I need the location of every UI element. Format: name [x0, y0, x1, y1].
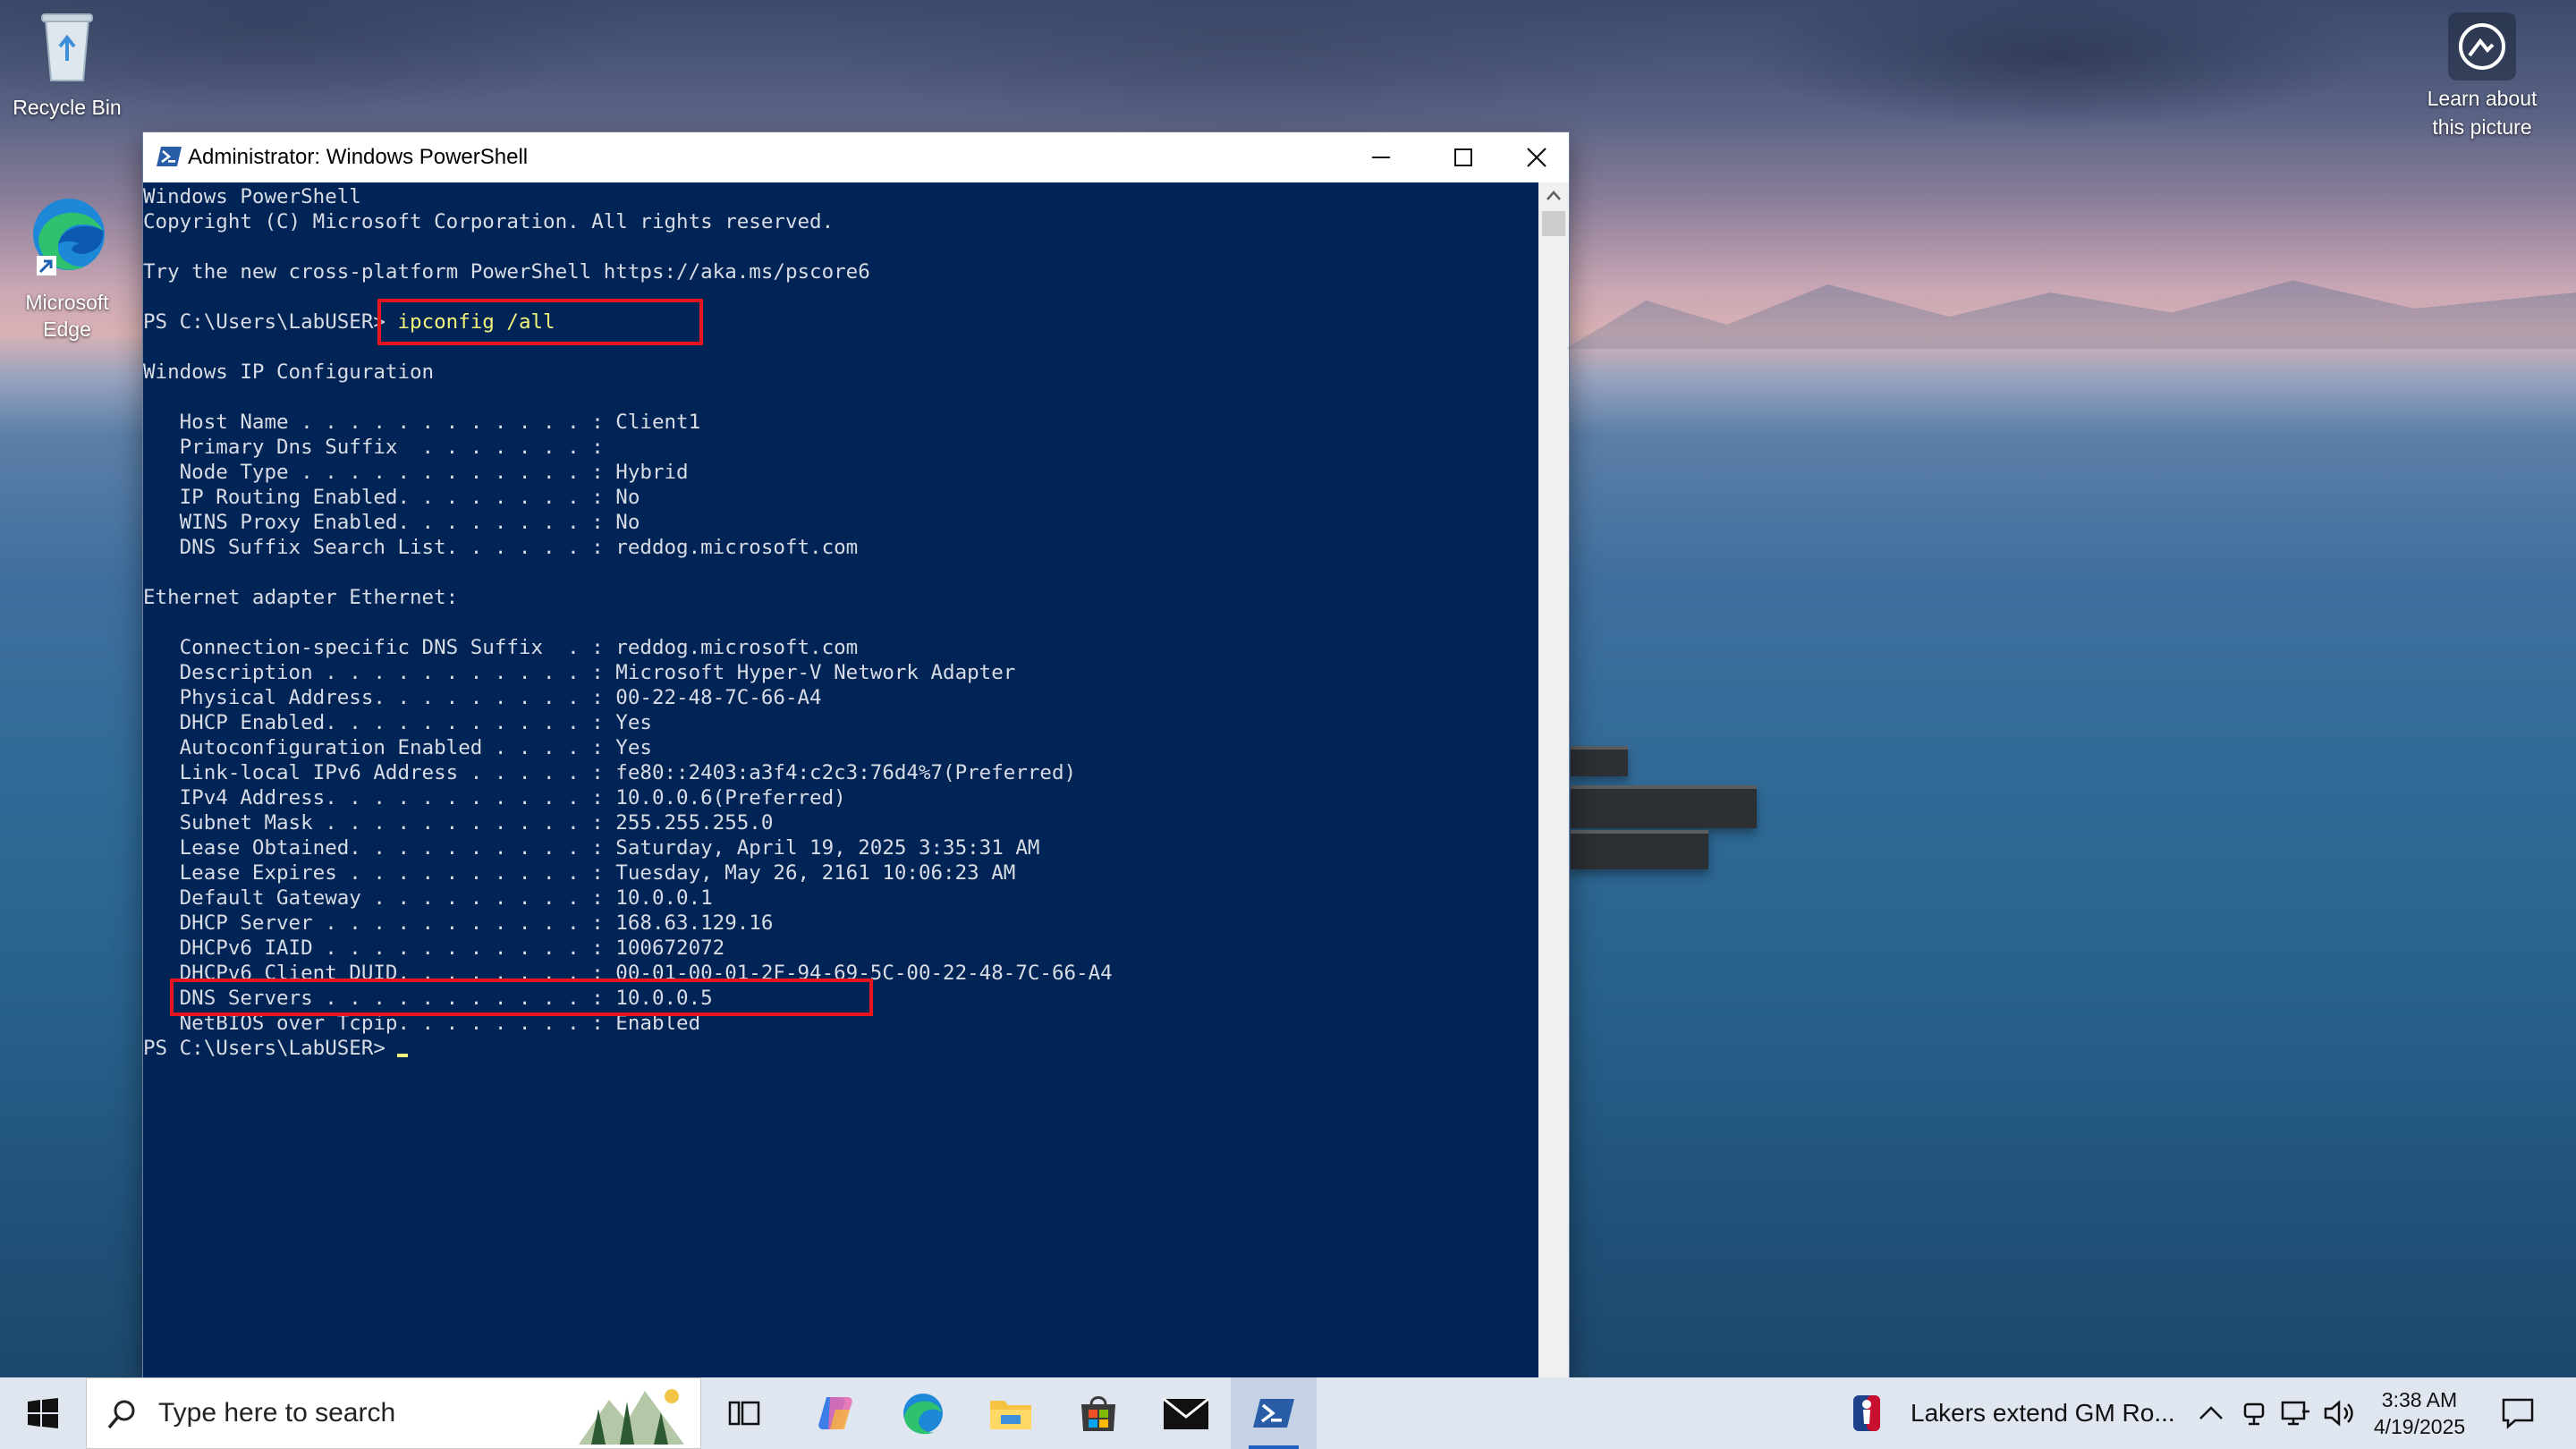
recycle-bin-shortcut[interactable]: Recycle Bin [0, 7, 134, 121]
console-line: Try the new cross-platform PowerShell ht… [143, 260, 870, 284]
window-titlebar[interactable]: Administrator: Windows PowerShell [143, 132, 1569, 182]
console-prompt-line: PS C:\Users\LabUSER> ipconfig /all [143, 309, 1538, 335]
taskbar-search[interactable]: Type here to search [86, 1377, 701, 1449]
powershell-taskbar-button[interactable] [1231, 1377, 1317, 1449]
taskbar: Type here to search Lakers extend GM Ro.… [0, 1377, 2576, 1449]
edge-taskbar-button[interactable] [880, 1377, 966, 1449]
close-icon [1527, 148, 1546, 167]
maximize-button[interactable] [1422, 132, 1504, 182]
system-clock[interactable]: 3:38 AM 4/19/2025 [2361, 1386, 2478, 1440]
console-line: DHCPv6 IAID . . . . . . . . . . . : 1006… [143, 936, 725, 960]
search-highlight-icon [579, 1389, 684, 1445]
recycle-bin-label: Recycle Bin [13, 96, 122, 119]
task-view-button[interactable] [701, 1377, 787, 1449]
powershell-icon [157, 147, 182, 166]
console-line: Physical Address. . . . . . . . . : 00-2… [143, 686, 822, 709]
recycle-bin-icon [0, 7, 134, 90]
news-widget[interactable]: Lakers extend GM Ro... [1852, 1377, 2175, 1449]
notification-center-icon[interactable] [2501, 1397, 2535, 1429]
chevron-up-icon[interactable] [2197, 1399, 2225, 1428]
copilot-icon [818, 1397, 852, 1429]
pier-plank [1571, 830, 1708, 869]
nba-logo-icon [1853, 1395, 1880, 1431]
console-line: Node Type . . . . . . . . . . . . : Hybr… [143, 461, 689, 484]
mail-icon [1163, 1397, 1209, 1429]
microsoft-store-button[interactable] [1055, 1377, 1141, 1449]
pier-plank [1571, 785, 1757, 828]
console-line: IP Routing Enabled. . . . . . . . : No [143, 486, 640, 509]
start-button[interactable] [0, 1377, 86, 1449]
windows-logo-icon [28, 1398, 58, 1428]
window-title: Administrator: Windows PowerShell [188, 145, 529, 169]
network-icon[interactable] [2281, 1399, 2311, 1428]
maximize-icon [1454, 148, 1472, 166]
console-line: Copyright (C) Microsoft Corporation. All… [143, 210, 835, 233]
console-cursor [397, 1054, 409, 1057]
volume-icon[interactable] [2324, 1399, 2356, 1428]
console-line: WINS Proxy Enabled. . . . . . . . : No [143, 511, 640, 534]
powershell-icon [1253, 1399, 1294, 1428]
pier-plank [1571, 746, 1628, 776]
meet-now-icon[interactable] [2240, 1399, 2268, 1428]
microsoft-edge-shortcut[interactable]: Microsoft Edge [0, 190, 134, 343]
clock-date: 4/19/2025 [2373, 1415, 2466, 1438]
console-line: Link-local IPv6 Address . . . . . : fe80… [143, 761, 1077, 784]
folder-icon [990, 1401, 1031, 1429]
search-icon [107, 1400, 135, 1429]
scroll-thumb[interactable] [1542, 211, 1565, 236]
console-line: Host Name . . . . . . . . . . . . : Clie… [143, 411, 701, 434]
console-prompt: PS C:\Users\LabUSER> [143, 310, 398, 334]
console-line: Ethernet adapter Ethernet: [143, 586, 459, 609]
console-scrollbar[interactable] [1538, 182, 1569, 1377]
console-output[interactable]: Windows PowerShell Copyright (C) Microsof… [143, 182, 1538, 1379]
console-line: Subnet Mask . . . . . . . . . . . : 255.… [143, 811, 774, 835]
dns-servers-highlight-box [170, 979, 873, 1016]
console-line: IPv4 Address. . . . . . . . . . . : 10.0… [143, 786, 846, 809]
command-highlight-box [377, 299, 703, 345]
news-headline: Lakers extend GM Ro... [1911, 1399, 2175, 1427]
search-placeholder: Type here to search [158, 1398, 396, 1428]
console-line: Primary Dns Suffix . . . . . . . : [143, 436, 604, 459]
close-button[interactable] [1504, 132, 1569, 182]
console-line: Lease Expires . . . . . . . . . . : Tues… [143, 861, 1016, 885]
store-icon [1081, 1396, 1115, 1431]
console-line: Autoconfiguration Enabled . . . . : Yes [143, 736, 652, 759]
copilot-button[interactable] [792, 1377, 878, 1449]
file-explorer-button[interactable] [968, 1377, 1054, 1449]
powershell-window[interactable]: Administrator: Windows PowerShell Window… [143, 132, 1569, 1377]
camera-info-icon [2448, 13, 2516, 80]
task-view-icon [728, 1401, 760, 1426]
console-prompt: PS C:\Users\LabUSER> [143, 1037, 398, 1060]
console-line: DHCP Server . . . . . . . . . . . : 168.… [143, 911, 774, 935]
microsoft-edge-label: Microsoft Edge [25, 291, 109, 341]
minimize-button[interactable] [1340, 132, 1422, 182]
mail-button[interactable] [1143, 1377, 1229, 1449]
console-line: Windows IP Configuration [143, 360, 435, 384]
edge-icon [0, 190, 134, 285]
learn-about-picture[interactable]: Learn about this picture [2415, 13, 2549, 141]
clock-time: 3:38 AM [2381, 1388, 2458, 1411]
console-line: Connection-specific DNS Suffix . : reddo… [143, 636, 859, 659]
edge-icon [903, 1394, 943, 1435]
scroll-up-icon[interactable] [1538, 182, 1569, 209]
desktop-background: Recycle Bin Microsoft Edge Learn about t… [0, 0, 2576, 1449]
console-line: DNS Suffix Search List. . . . . . : redd… [143, 536, 859, 559]
console-line: Description . . . . . . . . . . . : Micr… [143, 661, 1016, 684]
learn-about-label: Learn about this picture [2427, 87, 2538, 139]
console-line: Default Gateway . . . . . . . . . : 10.0… [143, 886, 713, 910]
console-line: Lease Obtained. . . . . . . . . . : Satu… [143, 836, 1040, 860]
console-line: Windows PowerShell [143, 185, 361, 208]
minimize-icon [1372, 157, 1390, 158]
console-line: DHCP Enabled. . . . . . . . . . . : Yes [143, 711, 652, 734]
console-prompt-line: PS C:\Users\LabUSER> [143, 1036, 1538, 1061]
